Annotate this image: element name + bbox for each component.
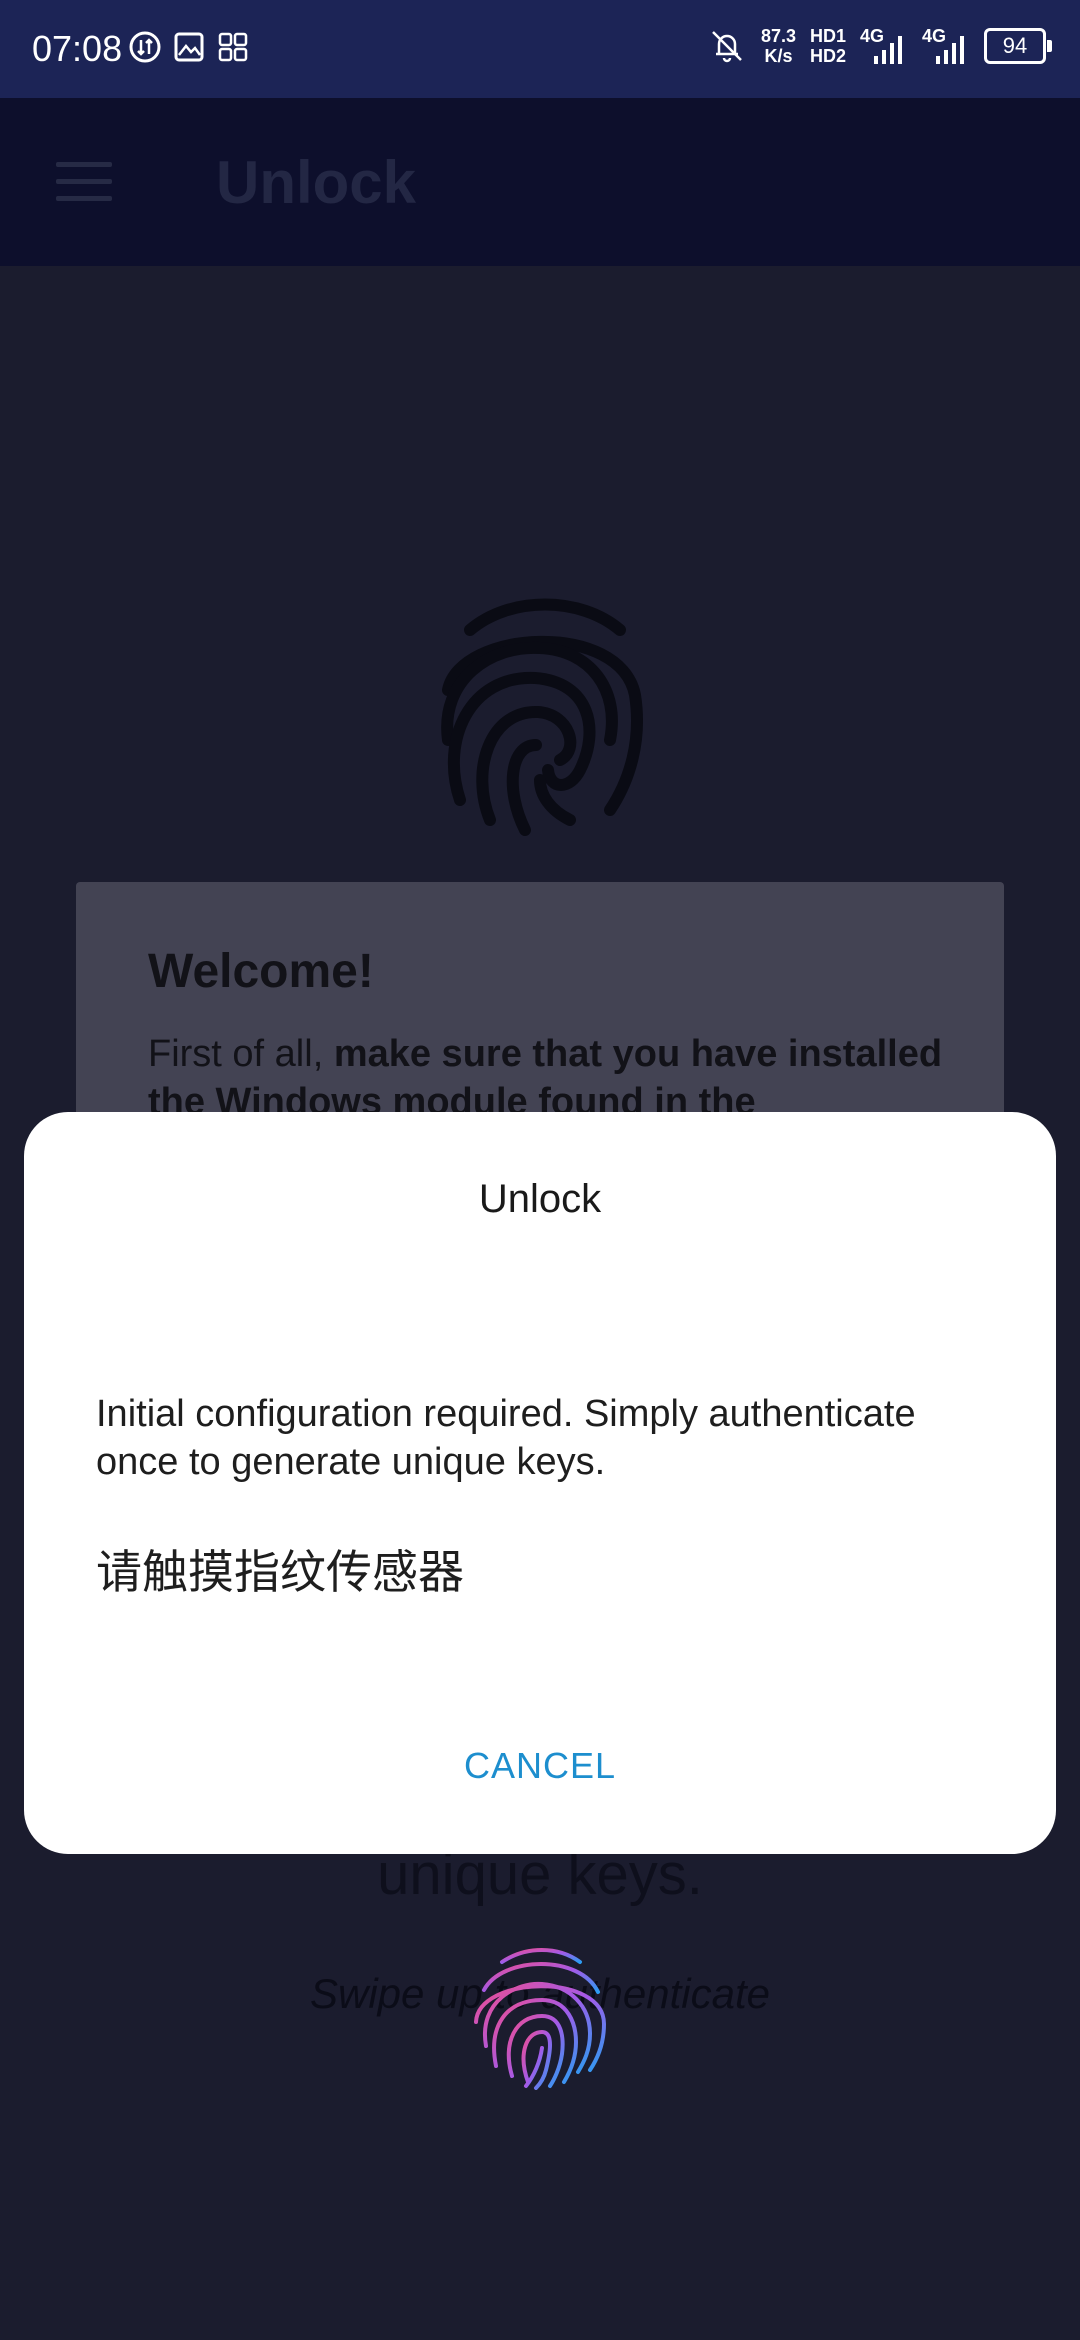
biometric-dialog: Unlock Initial configuration required. S…	[24, 1112, 1056, 1854]
signal-bars-icon	[936, 36, 964, 64]
status-left-icons	[128, 30, 250, 64]
fingerprint-sensor-icon[interactable]	[466, 1942, 614, 2090]
hamburger-menu-icon[interactable]	[56, 162, 112, 202]
signal-2: 4G	[922, 26, 970, 66]
net-speed-value: 87.3	[760, 26, 796, 46]
status-bar: 07:08 87.3 K/s HD1 HD2 4G 4G 94	[0, 0, 1080, 98]
dialog-message: Initial configuration required. Simply a…	[96, 1393, 916, 1483]
welcome-card: Welcome! First of all, make sure that yo…	[76, 882, 1004, 1142]
battery-indicator: 94	[984, 28, 1052, 64]
hd1-label: HD1	[809, 26, 846, 46]
welcome-text-plain: First of all,	[148, 1033, 334, 1075]
page-title: Unlock	[216, 149, 417, 216]
data-transfer-icon	[129, 31, 161, 63]
hd2-label: HD2	[809, 46, 846, 66]
net-speed-unit: K/s	[764, 46, 793, 66]
mute-bell-icon	[712, 31, 742, 63]
cancel-button[interactable]: CANCEL	[390, 1726, 690, 1806]
fingerprint-hint: 请触摸指纹传感器	[96, 1546, 464, 1598]
welcome-title: Welcome!	[148, 945, 374, 998]
status-time: 07:08	[32, 28, 123, 69]
app-bar: Unlock	[0, 98, 1080, 266]
dialog-title: Unlock	[478, 1177, 602, 1221]
apps-grid-icon	[218, 32, 248, 62]
screen: 07:08 87.3 K/s HD1 HD2 4G 4G 94 Unlock W…	[0, 0, 1080, 2340]
hd-indicator: HD1 HD2	[810, 26, 846, 66]
fingerprint-icon	[441, 598, 643, 836]
signal-1: 4G	[860, 26, 908, 66]
image-icon	[174, 32, 204, 62]
signal-bars-icon	[874, 36, 902, 64]
status-right: 87.3 K/s HD1 HD2 4G 4G 94	[707, 26, 1052, 66]
net-speed: 87.3 K/s	[761, 26, 796, 66]
